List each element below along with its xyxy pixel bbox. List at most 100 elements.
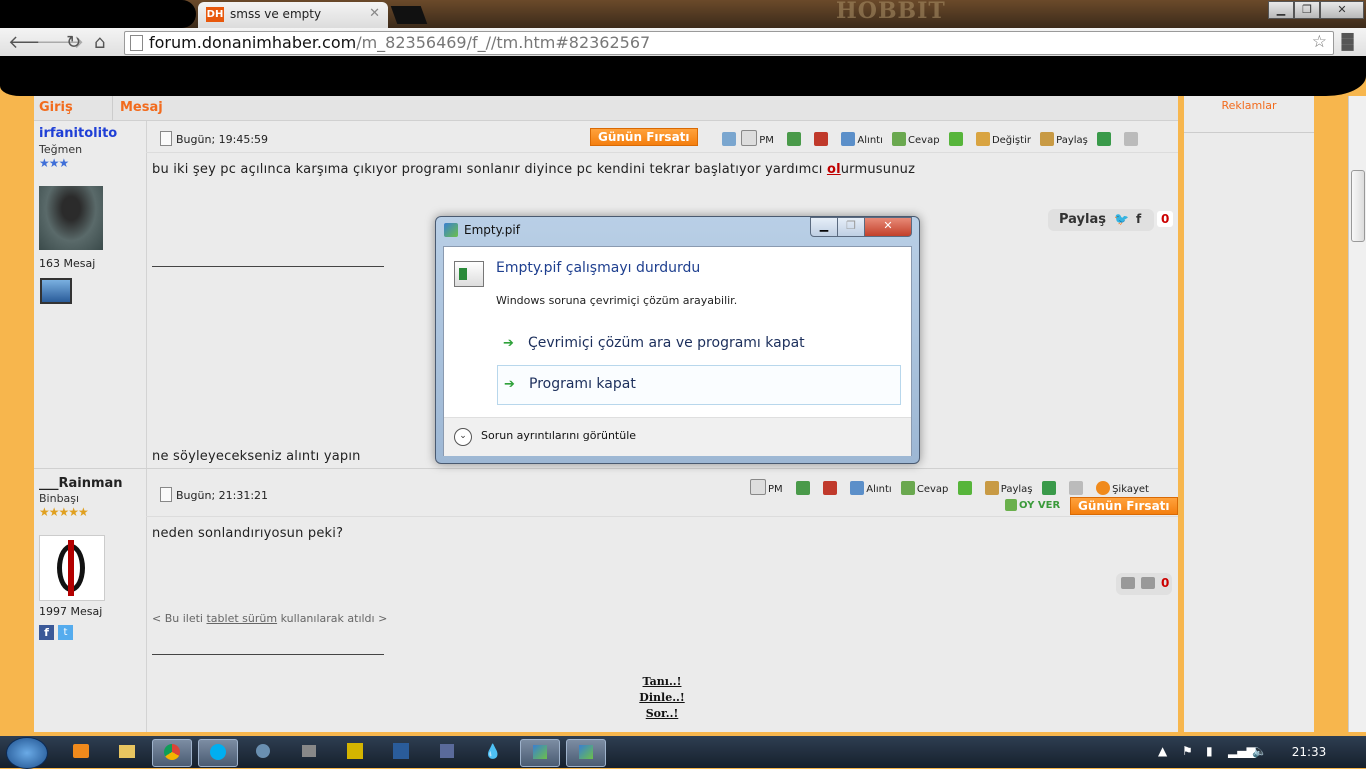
pm-label[interactable]: PM: [768, 484, 783, 495]
app3-icon[interactable]: [428, 739, 466, 765]
browser-tab[interactable]: DH smss ve empty ✕: [198, 2, 388, 28]
plus-icon[interactable]: [948, 132, 963, 146]
chrome-icon[interactable]: [152, 739, 192, 767]
add-friend-icon[interactable]: [795, 481, 810, 495]
signature-line-1: Tanı..!: [642, 675, 682, 688]
signature-line-2: Dinle..!: [639, 691, 685, 704]
reload-icon[interactable]: ↻: [66, 32, 81, 53]
twitter-profile-icon[interactable]: t: [58, 625, 73, 640]
post-2-date: Bugün; 21:31:21: [160, 487, 268, 502]
power-icon[interactable]: ▮: [1206, 744, 1213, 758]
facebook-icon[interactable]: f: [1136, 212, 1141, 226]
chevron-down-icon[interactable]: ⌄: [454, 428, 472, 446]
share-folder-icon[interactable]: [984, 481, 999, 495]
view-details-link[interactable]: Sorun ayrıntılarını görüntüle: [481, 429, 636, 442]
pm-icon[interactable]: [750, 479, 766, 495]
app4-icon[interactable]: 💧: [474, 739, 512, 765]
app2-icon[interactable]: [290, 739, 328, 765]
reply-label[interactable]: Cevap: [908, 135, 940, 146]
share-folder-icon[interactable]: [1040, 132, 1055, 146]
post-2-signature-line: [152, 654, 384, 655]
flag-icon[interactable]: ⚑: [1182, 744, 1193, 758]
thumbs-down-icon[interactable]: [1141, 577, 1155, 589]
edit-icon[interactable]: [975, 132, 990, 146]
volume-icon[interactable]: 🔈: [1252, 744, 1267, 758]
report-icon[interactable]: [1096, 481, 1111, 495]
scrollbar-thumb[interactable]: [1351, 170, 1365, 242]
reply-label[interactable]: Cevap: [917, 484, 949, 495]
facebook-profile-icon[interactable]: f: [39, 625, 54, 640]
post-2-username[interactable]: ___Rainman: [39, 476, 123, 491]
maximize-button[interactable]: ❐: [1294, 1, 1320, 19]
quote-icon[interactable]: [841, 132, 856, 146]
share-label[interactable]: Paylaş: [1056, 135, 1088, 146]
dialog-close-button[interactable]: ✕: [864, 217, 912, 237]
quote-icon[interactable]: [850, 481, 865, 495]
explorer-icon[interactable]: [108, 739, 146, 765]
tab-close-icon[interactable]: ✕: [369, 6, 380, 21]
page-icon: [130, 35, 143, 51]
post-2-rank: Binbaşı: [39, 492, 80, 505]
skype-icon[interactable]: [198, 739, 238, 767]
envelope-icon[interactable]: [722, 132, 736, 146]
thumbs-up-icon[interactable]: [1121, 577, 1135, 589]
quote-label[interactable]: Alıntı: [866, 484, 891, 495]
plus-icon[interactable]: [957, 481, 972, 495]
pm-icon[interactable]: [741, 130, 758, 146]
tablet-link[interactable]: tablet sürüm: [206, 612, 277, 625]
pm-label[interactable]: PM: [759, 135, 774, 146]
laptop-icon: [40, 278, 72, 304]
new-tab-button[interactable]: [390, 6, 428, 24]
quote-label[interactable]: Alıntı: [857, 135, 882, 146]
post-2-avatar[interactable]: [39, 535, 105, 601]
close-program-button[interactable]: ➔ Programı kapat: [497, 365, 901, 405]
post-1-msg-count[interactable]: 163 Mesaj: [39, 257, 95, 270]
vote-icon: [1005, 499, 1017, 511]
deal-button-2[interactable]: Günün Fırsatı: [1070, 497, 1178, 515]
deal-button[interactable]: Günün Fırsatı: [590, 128, 698, 146]
minimize-button[interactable]: ▁: [1268, 1, 1294, 19]
redacted-area: [0, 0, 196, 28]
address-bar[interactable]: forum.donanimhaber.com/m_82356469/f_//tm…: [124, 31, 1334, 55]
reply-icon[interactable]: [900, 481, 915, 495]
dialog-minimize-button[interactable]: ▁: [810, 217, 838, 237]
fireworks-icon[interactable]: [336, 739, 374, 765]
block-hand-icon[interactable]: [823, 481, 838, 495]
tray-expand-icon[interactable]: ▲: [1158, 744, 1167, 758]
edit-label[interactable]: Değiştir: [992, 135, 1031, 146]
report-label[interactable]: Şikayet: [1112, 484, 1149, 495]
share-label[interactable]: Paylaş: [1001, 484, 1033, 495]
dialog-maximize-button: ❐: [837, 217, 865, 237]
vote-label[interactable]: OY VER: [1019, 500, 1060, 511]
empty-pif-2-icon[interactable]: [566, 739, 606, 767]
home-icon[interactable]: ⌂: [94, 32, 105, 53]
post-1-divider: [146, 152, 1178, 153]
clock[interactable]: 21:33: [1284, 745, 1334, 759]
post-1-username[interactable]: irfanitolito: [39, 126, 117, 141]
photoshop-icon[interactable]: [382, 739, 420, 765]
share-icon[interactable]: [1041, 481, 1056, 495]
post-2-like-count: 0: [1161, 576, 1170, 590]
window-close-button[interactable]: ✕: [1320, 1, 1364, 19]
bookmark-star-icon[interactable]: ☆: [1312, 32, 1327, 52]
post-1-share-label[interactable]: Paylaş: [1059, 212, 1106, 227]
app-icon[interactable]: [244, 739, 282, 765]
media-player-icon[interactable]: [62, 739, 100, 765]
dialog-body: Empty.pif çalışmayı durdurdu Windows sor…: [443, 246, 912, 456]
twitter-icon[interactable]: 🐦: [1114, 212, 1129, 226]
vote-button[interactable]: OY VER: [1005, 499, 1060, 511]
add-friend-icon[interactable]: [787, 132, 802, 146]
print-icon[interactable]: [1068, 481, 1083, 495]
post-1-avatar[interactable]: [39, 186, 103, 250]
menu-icon[interactable]: ▬ ▬ ▬: [1340, 27, 1358, 55]
reply-icon[interactable]: [892, 132, 907, 146]
block-hand-icon[interactable]: [814, 132, 829, 146]
print-icon[interactable]: [1124, 132, 1139, 146]
post-1-footer-text: ne söyleyecekseniz alıntı yapın: [152, 449, 361, 464]
start-button[interactable]: [6, 737, 48, 769]
share-icon[interactable]: [1097, 132, 1112, 146]
empty-pif-1-icon[interactable]: [520, 739, 560, 767]
post-2-msg-count[interactable]: 1997 Mesaj: [39, 605, 102, 618]
search-online-and-close-button[interactable]: ➔ Çevrimiçi çözüm ara ve programı kapat: [497, 325, 899, 363]
post-1-text-link[interactable]: ol: [827, 162, 841, 177]
